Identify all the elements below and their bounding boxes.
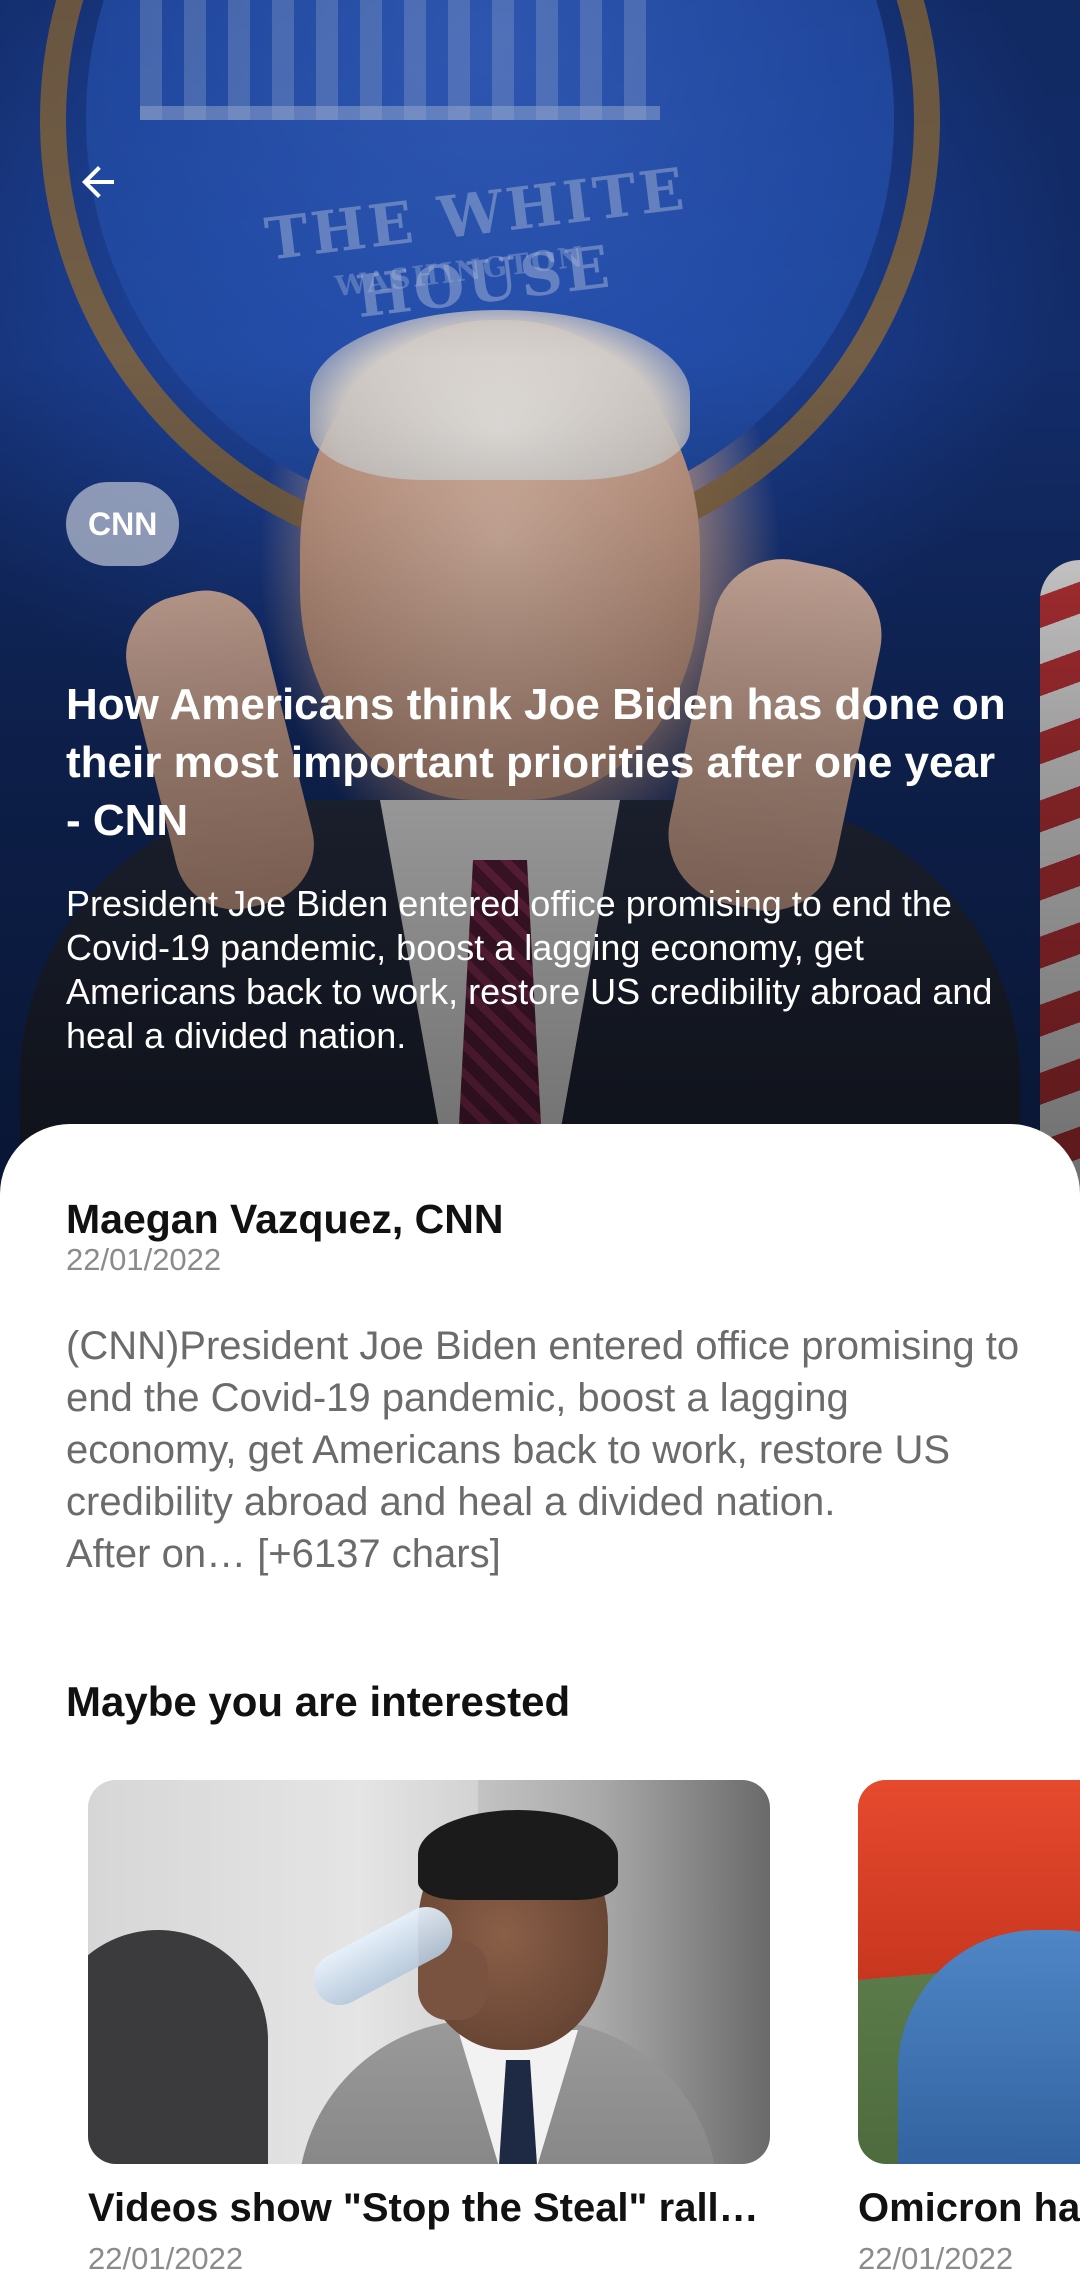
related-section-title: Maybe you are interested xyxy=(66,1678,571,1725)
related-card-image xyxy=(88,1780,770,2164)
related-card-image xyxy=(858,1780,1080,2164)
author-name: Maegan Vazquez, CNN xyxy=(66,1196,504,1242)
related-card[interactable]: Videos show "Stop the Steal" rally organ… xyxy=(88,1780,770,2277)
related-card-date: 22/01/2022 xyxy=(858,2241,1014,2276)
related-card-title: Videos show "Stop the Steal" rally organ… xyxy=(88,2186,770,2230)
related-card-date: 22/01/2022 xyxy=(88,2241,244,2276)
article-content: (CNN)President Joe Biden entered office … xyxy=(66,1324,1020,1576)
article-title: How Americans think Joe Biden has done o… xyxy=(66,680,1006,845)
back-button[interactable] xyxy=(66,150,130,214)
arrow-left-icon xyxy=(82,166,114,198)
article-body-sheet: Maegan Vazquez, CNN 22/01/2022 (CNN)Pres… xyxy=(0,1124,1080,2280)
related-articles-carousel[interactable]: Videos show "Stop the Steal" rally organ… xyxy=(0,1780,1080,2280)
related-card[interactable]: Omicron has arrived 22/01/2022 xyxy=(858,1780,1080,2277)
related-card-title: Omicron has arrived xyxy=(858,2186,1080,2230)
source-badge[interactable]: CNN xyxy=(66,482,180,566)
article-screen: THE WHITE HOUSE WASHINGTON CNN How Ameri… xyxy=(0,0,1080,2280)
publish-date: 22/01/2022 xyxy=(66,1242,222,1277)
article-description: President Joe Biden entered office promi… xyxy=(66,883,993,1056)
